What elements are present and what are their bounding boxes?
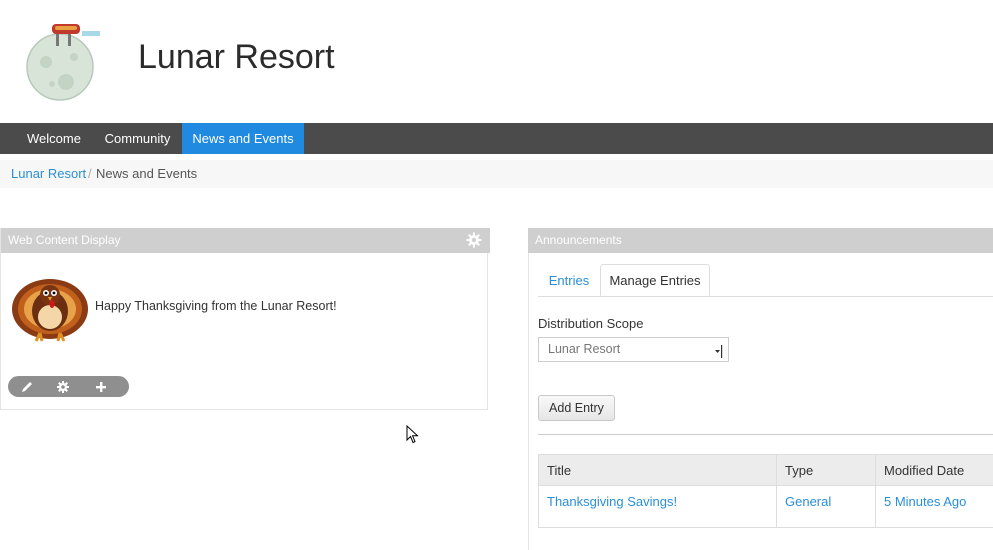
distribution-scope-label: Distribution Scope bbox=[538, 316, 644, 331]
distribution-scope-value: Lunar Resort bbox=[548, 342, 621, 356]
main-navigation: Welcome Community News and Events bbox=[0, 123, 993, 154]
site-title[interactable]: Lunar Resort bbox=[138, 38, 335, 77]
nav-item-welcome[interactable]: Welcome bbox=[16, 123, 92, 154]
column-header-modified-date[interactable]: Modified Date bbox=[875, 454, 993, 486]
nav-item-news-and-events[interactable]: News and Events bbox=[182, 123, 304, 154]
entries-table: Title Type Modified Date Thanksgiving Sa… bbox=[538, 454, 993, 528]
portlet-title-bar: Web Content Display bbox=[1, 228, 490, 253]
portlet-title: Web Content Display bbox=[8, 233, 121, 247]
column-header-title[interactable]: Title bbox=[538, 454, 777, 486]
breadcrumb: Lunar Resort / News and Events bbox=[0, 160, 993, 188]
entry-modified-date-link[interactable]: 5 Minutes Ago bbox=[875, 486, 993, 528]
add-entry-button[interactable]: Add Entry bbox=[538, 395, 615, 421]
mouse-cursor-icon bbox=[406, 424, 419, 444]
gear-icon[interactable] bbox=[55, 379, 71, 395]
web-content-message: Happy Thanksgiving from the Lunar Resort… bbox=[95, 299, 337, 313]
chevron-down-icon bbox=[714, 343, 723, 358]
plus-icon[interactable] bbox=[93, 379, 109, 395]
turkey-icon bbox=[10, 275, 92, 345]
breadcrumb-current: News and Events bbox=[96, 166, 198, 181]
gear-icon[interactable] bbox=[466, 232, 482, 248]
column-header-type[interactable]: Type bbox=[776, 454, 876, 486]
divider bbox=[538, 434, 993, 435]
entry-title-link[interactable]: Thanksgiving Savings! bbox=[538, 486, 777, 528]
pencil-icon[interactable] bbox=[19, 379, 35, 395]
breadcrumb-link-home[interactable]: Lunar Resort bbox=[11, 160, 86, 188]
portlet-title: Announcements bbox=[535, 233, 622, 247]
entry-type-link[interactable]: General bbox=[776, 486, 876, 528]
distribution-scope-select[interactable]: Lunar Resort bbox=[538, 337, 729, 362]
tab-manage-entries[interactable]: Manage Entries bbox=[600, 264, 710, 296]
nav-item-community[interactable]: Community bbox=[94, 123, 181, 154]
tabs-divider bbox=[538, 296, 993, 297]
moon-logo-icon[interactable] bbox=[24, 22, 104, 104]
breadcrumb-separator: / bbox=[88, 166, 92, 181]
portlet-title-bar: Announcements bbox=[528, 228, 993, 253]
content-toolbar bbox=[8, 376, 129, 397]
tab-entries[interactable]: Entries bbox=[538, 265, 600, 296]
